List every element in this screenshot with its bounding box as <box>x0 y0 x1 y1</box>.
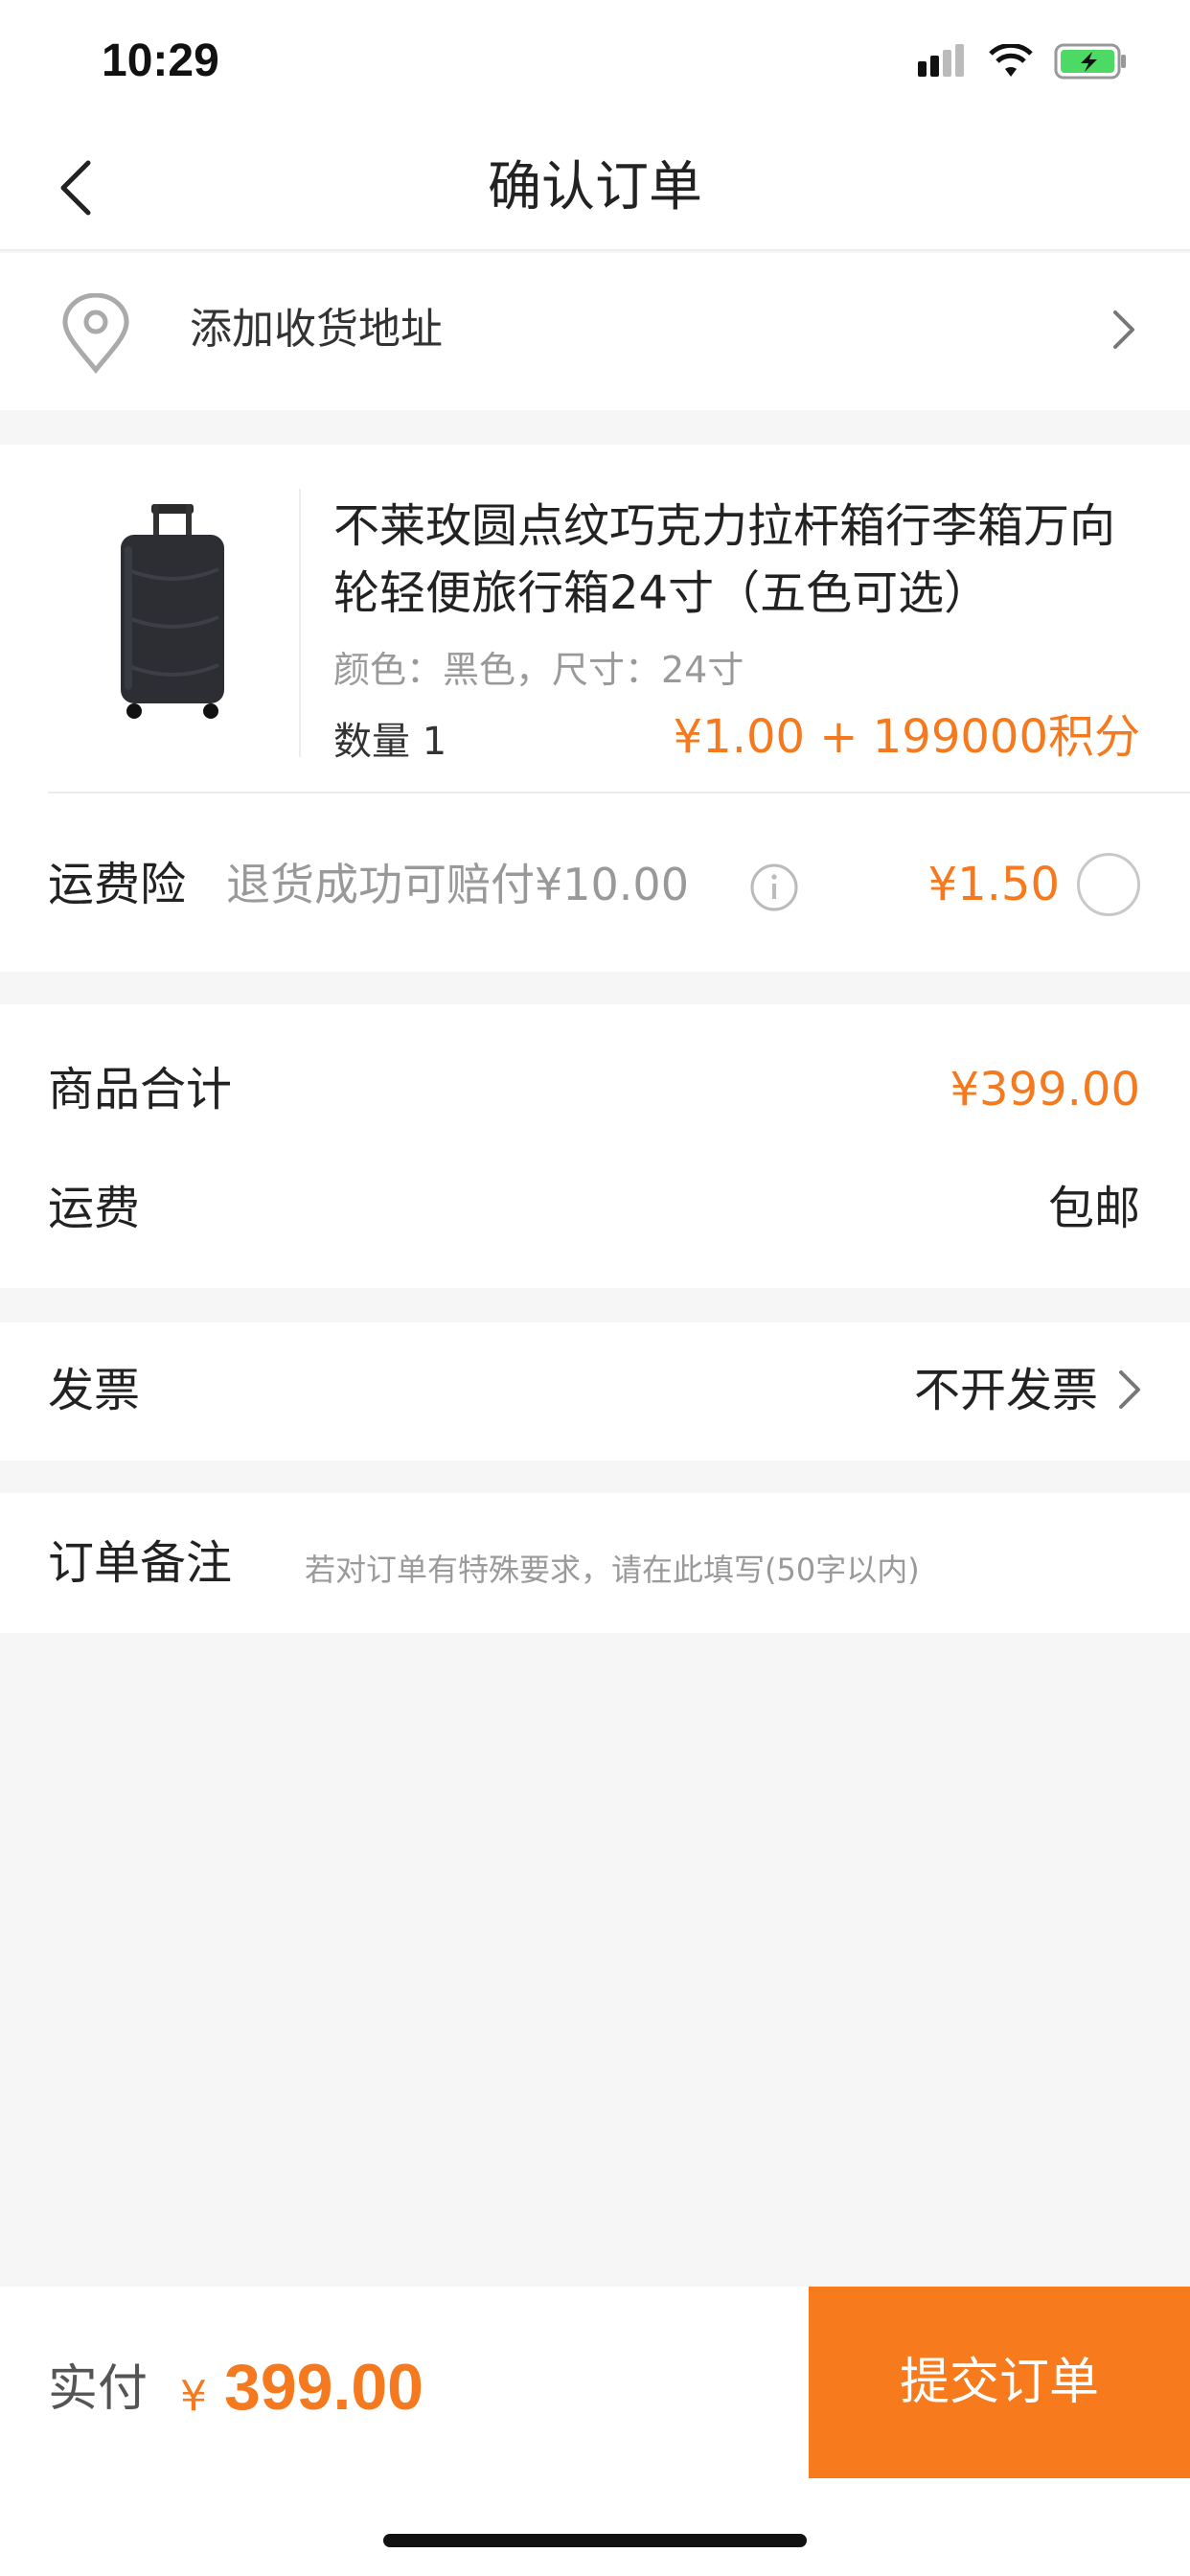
invoice-label: 发票 <box>48 1364 141 1417</box>
status-bar: 10:29 <box>0 0 1190 125</box>
chevron-right-icon <box>1117 1368 1142 1414</box>
product-quantity: 数量 1 <box>333 720 447 764</box>
status-icons <box>918 42 1129 84</box>
invoice-value: 不开发票 <box>913 1364 1098 1417</box>
goods-total-label: 商品合计 <box>48 1063 233 1116</box>
checkout-bar: 实付 ¥ 399.00 提交订单 <box>0 2287 1190 2576</box>
insurance-desc: 退货成功可赔付¥10.00 <box>226 859 689 910</box>
goods-total-value: ¥399.00 <box>950 1063 1141 1116</box>
product-spec: 颜色：黑色，尺寸：24寸 <box>333 649 744 691</box>
battery-charging-icon <box>1054 42 1129 84</box>
page-title: 确认订单 <box>488 156 702 218</box>
order-note-row: 订单备注 <box>0 1493 1190 1633</box>
order-note-input[interactable] <box>305 1541 1129 1598</box>
product-price: ¥1.00 + 199000积分 <box>673 710 1140 764</box>
status-time: 10:29 <box>102 35 219 86</box>
chevron-right-icon <box>1111 309 1136 355</box>
radio-unchecked-icon[interactable] <box>1077 853 1140 916</box>
product-title: 不莱玫圆点纹巧克力拉杆箱行李箱万向轮轻便旅行箱24寸（五色可选） <box>333 499 1116 620</box>
add-address-label: 添加收货地址 <box>190 305 443 354</box>
nav-bar: 确认订单 <box>0 125 1190 251</box>
insurance-label: 运费险 <box>48 858 187 911</box>
pay-currency: ¥ <box>180 2372 207 2421</box>
invoice-row[interactable]: 发票 不开发票 <box>0 1322 1190 1460</box>
shipping-label: 运费 <box>48 1182 141 1235</box>
submit-order-button[interactable]: 提交订单 <box>809 2287 1190 2478</box>
home-indicator <box>383 2534 807 2547</box>
suitcase-image <box>105 502 240 723</box>
add-address-row[interactable]: 添加收货地址 <box>0 253 1190 410</box>
location-pin-icon <box>59 292 132 378</box>
insurance-price: ¥1.50 <box>927 858 1060 911</box>
divider <box>48 792 1190 794</box>
shipping-value: 包邮 <box>1047 1182 1140 1235</box>
info-icon[interactable] <box>749 862 799 916</box>
wifi-icon <box>989 42 1033 82</box>
pay-label: 实付 <box>48 2360 149 2418</box>
pay-amount: 399.00 <box>224 2351 423 2424</box>
order-summary: 商品合计 ¥399.00 运费 包邮 <box>0 1004 1190 1288</box>
note-label: 订单备注 <box>48 1536 233 1590</box>
image-divider <box>299 489 301 757</box>
product-card: 不莱玫圆点纹巧克力拉杆箱行李箱万向轮轻便旅行箱24寸（五色可选） 颜色：黑色，尺… <box>0 445 1190 972</box>
signal-icon <box>918 44 968 82</box>
